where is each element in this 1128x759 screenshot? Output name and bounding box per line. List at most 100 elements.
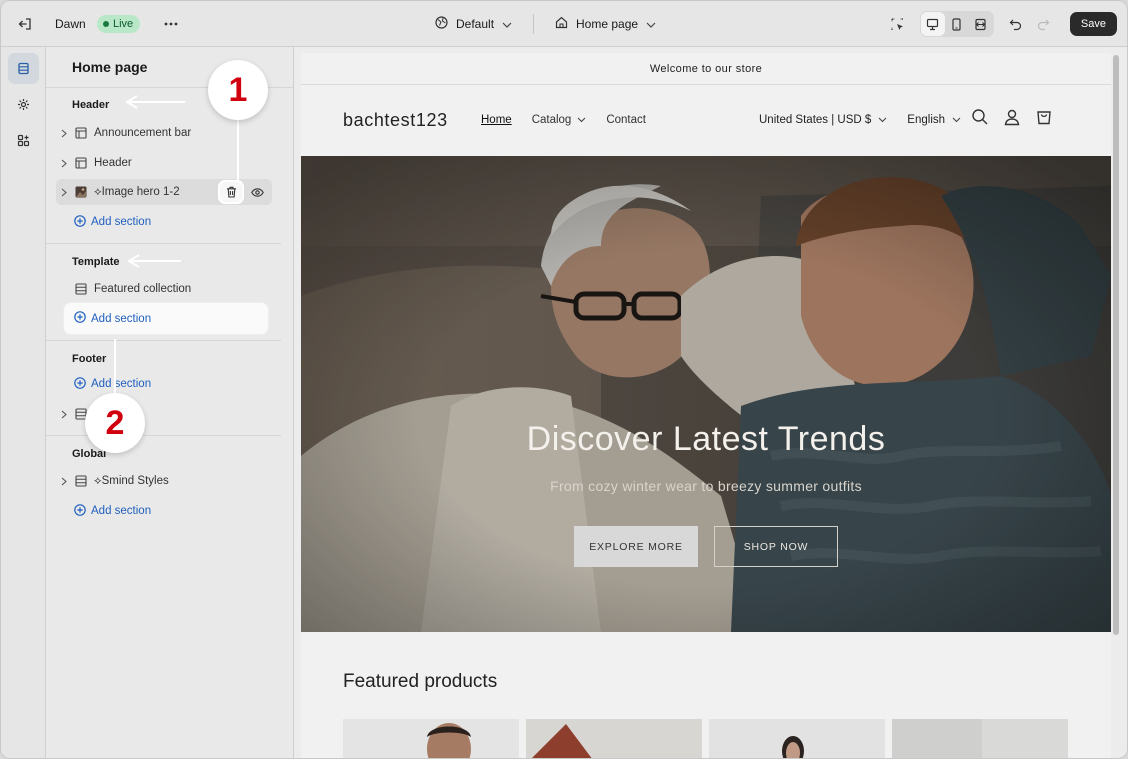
mobile-icon[interactable]: [945, 12, 969, 36]
section-item-image-hero[interactable]: ⟡Image hero 1-2: [56, 179, 272, 205]
settings-gear-icon[interactable]: [8, 89, 39, 120]
theme-select-value: Default: [456, 17, 495, 31]
add-section-label: Add section: [91, 216, 152, 228]
theme-name: Dawn: [55, 17, 86, 31]
divider: [46, 435, 281, 436]
fullwidth-icon[interactable]: [969, 12, 993, 36]
page-select-value: Home page: [576, 17, 639, 31]
product-image: [526, 719, 702, 758]
featured-products-title: Featured products: [343, 671, 498, 692]
status-badge: Live: [97, 15, 141, 33]
more-icon[interactable]: [161, 1, 181, 47]
apps-icon[interactable]: [8, 125, 39, 156]
language-select-value: English: [907, 114, 946, 126]
add-section-header[interactable]: Add section: [74, 211, 151, 233]
section-item-label: ⟡Image hero 1-2: [94, 185, 180, 198]
section-item-header[interactable]: Header: [56, 150, 272, 176]
store-logo[interactable]: bachtest123: [343, 110, 448, 131]
add-section-global[interactable]: Add section: [74, 500, 151, 522]
chevron-right-icon[interactable]: [56, 159, 72, 168]
product-card[interactable]: [709, 719, 885, 758]
inspector-icon[interactable]: [886, 12, 910, 36]
product-card[interactable]: [526, 719, 702, 758]
desktop-icon[interactable]: [920, 12, 945, 36]
viewport-toggle: [919, 11, 994, 37]
chevron-right-icon[interactable]: [56, 477, 72, 486]
product-card[interactable]: [892, 719, 1068, 758]
section-item-announcement-bar[interactable]: Announcement bar: [56, 120, 272, 146]
search-icon[interactable]: [971, 108, 989, 131]
section-layout-icon: [72, 157, 90, 169]
section-layout-icon: [72, 127, 90, 139]
home-icon: [555, 16, 568, 32]
sections-icon[interactable]: [8, 53, 39, 84]
divider: [46, 340, 281, 341]
section-item-smind-styles[interactable]: ⟡Smind Styles: [56, 468, 272, 494]
chevron-down-icon: [878, 117, 887, 123]
account-icon[interactable]: [1003, 108, 1021, 131]
announcement-bar: Welcome to our store: [301, 53, 1111, 85]
add-section-label: Add section: [91, 312, 152, 325]
language-select[interactable]: English: [907, 114, 961, 126]
callout-connector: [237, 119, 239, 181]
theme-globe-icon: [435, 16, 448, 32]
group-label-template: Template: [72, 256, 120, 268]
status-badge-label: Live: [113, 18, 134, 30]
chevron-down-icon: [646, 17, 656, 31]
store-preview: Welcome to our store bachtest123 Home Ca…: [301, 53, 1111, 758]
hero-title: Discover Latest Trends: [526, 420, 886, 458]
hero-banner: Discover Latest Trends From cozy winter …: [301, 156, 1111, 632]
undo-icon[interactable]: [1004, 12, 1028, 36]
section-item-label: Header: [94, 157, 132, 169]
trash-icon[interactable]: [220, 182, 242, 202]
product-image: [709, 719, 885, 758]
hero-subtitle: From cozy winter wear to breezy summer o…: [550, 478, 862, 494]
cart-icon[interactable]: [1035, 108, 1053, 131]
left-rail: [1, 47, 46, 758]
theme-select[interactable]: Default: [435, 1, 512, 47]
chevron-right-icon[interactable]: [56, 188, 72, 197]
product-card[interactable]: [343, 719, 519, 758]
add-section-footer[interactable]: Add section: [74, 373, 151, 395]
add-section-template[interactable]: Add section: [64, 303, 268, 334]
add-circle-icon: [74, 311, 86, 326]
section-item-label: Featured collection: [94, 283, 192, 295]
hero-image: [301, 156, 1111, 632]
section-item-label: ⟡Smind Styles: [94, 474, 169, 487]
explore-more-button[interactable]: EXPLORE MORE: [574, 526, 698, 567]
section-actions: [220, 182, 268, 202]
store-header: bachtest123 Home Catalog Contact United …: [301, 86, 1111, 156]
sidebar-title: Home page: [72, 59, 148, 75]
add-section-label: Add section: [91, 505, 152, 517]
arrow-head-icon: [127, 254, 140, 268]
nav-home[interactable]: Home: [481, 114, 512, 126]
country-select[interactable]: United States | USD $: [759, 114, 887, 126]
top-bar: Dawn Live Default Home page Save: [1, 1, 1127, 47]
redo-icon[interactable]: [1032, 12, 1056, 36]
group-label-header: Header: [72, 99, 110, 111]
nav-catalog[interactable]: Catalog: [532, 114, 587, 126]
chevron-down-icon: [952, 117, 961, 123]
sections-sidebar: Home page Header Announcement bar Header…: [46, 47, 294, 758]
arrow-head-icon: [125, 95, 138, 109]
section-layout-icon: [72, 283, 90, 295]
live-dot: [103, 21, 109, 27]
chevron-right-icon[interactable]: [56, 410, 72, 419]
page-select[interactable]: Home page: [555, 1, 656, 47]
chevron-right-icon[interactable]: [56, 129, 72, 138]
section-layout-icon: [72, 475, 90, 487]
header-icons: [971, 108, 1053, 131]
save-button[interactable]: Save: [1069, 12, 1117, 36]
product-image: [343, 719, 519, 758]
section-item-featured-collection[interactable]: Featured collection: [56, 276, 272, 302]
callout-marker-1: 1: [208, 60, 268, 120]
exit-icon[interactable]: [13, 1, 37, 47]
add-circle-icon: [74, 214, 86, 230]
group-label-footer: Footer: [72, 353, 107, 365]
eye-icon[interactable]: [246, 182, 268, 202]
preview-scrollbar[interactable]: [1113, 55, 1119, 635]
country-select-value: United States | USD $: [759, 114, 872, 126]
shop-now-button[interactable]: SHOP NOW: [714, 526, 838, 567]
nav-contact[interactable]: Contact: [606, 114, 646, 126]
callout-marker-2: 2: [85, 393, 145, 453]
